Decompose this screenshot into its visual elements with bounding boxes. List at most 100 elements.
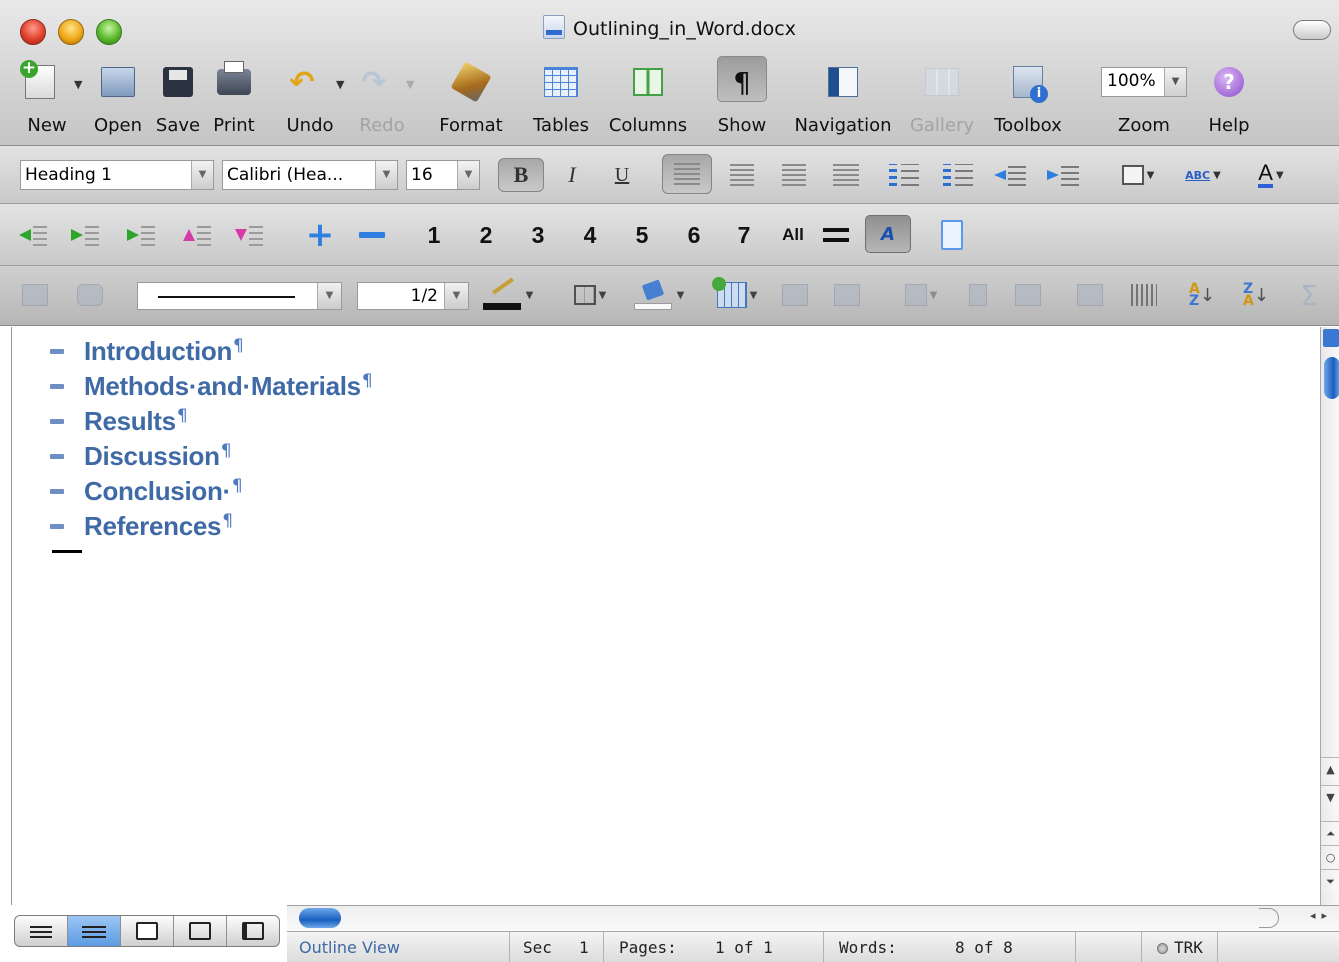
- font-color-dropdown-arrow-icon[interactable]: ▼: [1276, 170, 1284, 181]
- insert-table-dropdown-arrow-icon[interactable]: ▼: [750, 290, 758, 301]
- promote-button[interactable]: [70, 218, 100, 252]
- print-layout-view-button[interactable]: [174, 916, 227, 946]
- decrease-indent-button[interactable]: [990, 158, 1030, 192]
- font-size-dropdown-arrow-icon[interactable]: ▼: [457, 161, 479, 189]
- collapse-heading-icon[interactable]: [50, 348, 64, 354]
- show-formatting-button[interactable]: A: [864, 214, 912, 254]
- borders-dropdown-arrow-icon[interactable]: ▼: [1147, 170, 1155, 181]
- format-button[interactable]: Format: [434, 60, 508, 144]
- promote-to-heading1-button[interactable]: [18, 218, 48, 252]
- align-left-button[interactable]: [662, 154, 712, 194]
- move-up-button[interactable]: [182, 218, 212, 252]
- show-level-5-button[interactable]: 5: [630, 218, 654, 252]
- show-level-7-button[interactable]: 7: [732, 218, 756, 252]
- outline-view-button[interactable]: [68, 916, 121, 946]
- collapse-heading-icon[interactable]: [50, 418, 64, 424]
- border-type-dropdown-arrow-icon[interactable]: ▼: [599, 290, 607, 301]
- justify-button[interactable]: [826, 158, 866, 192]
- sort-ascending-button[interactable]: A Z ↓: [1180, 278, 1224, 312]
- outline-heading-row[interactable]: Conclusion· ¶: [50, 475, 243, 507]
- new-button[interactable]: ▼ New: [16, 60, 82, 144]
- expand-button[interactable]: +: [304, 218, 336, 252]
- horizontal-scrollbar[interactable]: ◂▸: [287, 905, 1339, 931]
- previous-page-icon[interactable]: ⏶: [1321, 821, 1339, 845]
- redo-button[interactable]: ↷ ▼ Redo: [352, 60, 414, 144]
- zoom-dropdown-arrow-icon[interactable]: ▼: [1164, 68, 1186, 96]
- font-size-select[interactable]: 16 ▼: [406, 160, 480, 190]
- highlight-dropdown-arrow-icon[interactable]: ▼: [1213, 170, 1221, 181]
- bold-button[interactable]: B: [498, 158, 544, 192]
- highlight-button[interactable]: ABC ▼: [1172, 158, 1234, 192]
- collapse-heading-icon[interactable]: [50, 383, 64, 389]
- gallery-button[interactable]: Gallery: [906, 60, 978, 144]
- help-button[interactable]: ? Help: [1200, 60, 1258, 144]
- vertical-scrollbar[interactable]: ▲ ▼ ⏶ ○ ⏷: [1320, 327, 1339, 905]
- distribute-columns-button[interactable]: [1008, 278, 1048, 312]
- outline-heading-row[interactable]: References ¶: [50, 510, 233, 542]
- undo-button[interactable]: ↶ ▼ Undo: [278, 60, 344, 144]
- notebook-layout-view-button[interactable]: [227, 916, 279, 946]
- show-button[interactable]: ¶ Show: [712, 56, 772, 144]
- draft-view-button[interactable]: [15, 916, 68, 946]
- publishing-layout-view-button[interactable]: [121, 916, 174, 946]
- line-style-dropdown-arrow-icon[interactable]: ▼: [317, 283, 341, 309]
- show-level-4-button[interactable]: 4: [578, 218, 602, 252]
- show-first-line-only-button[interactable]: [818, 218, 854, 252]
- font-dropdown-arrow-icon[interactable]: ▼: [375, 161, 397, 189]
- autoformat-table-button[interactable]: [1072, 278, 1108, 312]
- borders-button[interactable]: ▼: [1108, 158, 1168, 192]
- shading-button[interactable]: ▼: [628, 278, 690, 312]
- numbered-list-button[interactable]: [884, 158, 924, 192]
- show-level-1-button[interactable]: 1: [422, 218, 446, 252]
- style-select[interactable]: Heading 1 ▼: [20, 160, 214, 190]
- italic-button[interactable]: I: [552, 158, 592, 192]
- track-changes-indicator[interactable]: TRK: [1157, 938, 1203, 957]
- increase-indent-button[interactable]: [1042, 158, 1084, 192]
- eraser-button[interactable]: [72, 278, 108, 312]
- cell-alignment-dropdown-arrow-icon[interactable]: ▼: [930, 290, 938, 301]
- horizontal-scroll-arrows-icon[interactable]: ◂▸: [1310, 909, 1333, 922]
- navigation-button[interactable]: Navigation: [790, 60, 896, 144]
- split-view-handle-icon[interactable]: [1323, 329, 1339, 347]
- toolbar-toggle-button[interactable]: [1293, 20, 1331, 40]
- font-color-button[interactable]: A ▼: [1238, 158, 1304, 192]
- outline-heading-row[interactable]: Results ¶: [50, 405, 188, 437]
- outline-heading-row[interactable]: Discussion ¶: [50, 440, 232, 472]
- print-button[interactable]: Print: [208, 60, 260, 144]
- distribute-rows-button[interactable]: [960, 278, 996, 312]
- bulleted-list-button[interactable]: [938, 158, 978, 192]
- horizontal-scroll-thumb[interactable]: [299, 908, 341, 928]
- demote-button[interactable]: [124, 218, 158, 252]
- border-color-dropdown-arrow-icon[interactable]: ▼: [526, 290, 534, 301]
- cell-alignment-button[interactable]: ▼: [890, 278, 952, 312]
- show-level-2-button[interactable]: 2: [474, 218, 498, 252]
- merge-cells-button[interactable]: [776, 278, 814, 312]
- collapse-heading-icon[interactable]: [50, 453, 64, 459]
- line-style-select[interactable]: ▼: [137, 282, 342, 310]
- underline-button[interactable]: U: [602, 158, 642, 192]
- zoom-select[interactable]: 100% ▼: [1101, 67, 1187, 97]
- collapse-heading-icon[interactable]: [50, 488, 64, 494]
- align-center-button[interactable]: [722, 158, 762, 192]
- text-direction-button[interactable]: [1124, 278, 1164, 312]
- outline-heading-row[interactable]: Introduction ¶: [50, 335, 244, 367]
- autosum-button[interactable]: Σ: [1294, 278, 1324, 312]
- border-type-button[interactable]: ▼: [562, 278, 618, 312]
- collapse-heading-icon[interactable]: [50, 523, 64, 529]
- new-dropdown-arrow-icon[interactable]: ▼: [74, 78, 82, 91]
- document-body[interactable]: Introduction ¶ Methods·and·Materials ¶ Res…: [11, 327, 1320, 905]
- font-select[interactable]: Calibri (Hea... ▼: [222, 160, 398, 190]
- toolbox-button[interactable]: Toolbox: [986, 60, 1070, 144]
- line-weight-dropdown-arrow-icon[interactable]: ▼: [444, 283, 468, 309]
- scroll-up-arrow-icon[interactable]: ▲: [1321, 757, 1339, 781]
- columns-button[interactable]: Columns: [604, 60, 692, 144]
- open-button[interactable]: Open: [90, 60, 146, 144]
- show-level-6-button[interactable]: 6: [682, 218, 706, 252]
- shading-dropdown-arrow-icon[interactable]: ▼: [677, 290, 685, 301]
- undo-dropdown-arrow-icon[interactable]: ▼: [336, 78, 344, 91]
- save-button[interactable]: Save: [154, 60, 202, 144]
- scroll-down-arrow-icon[interactable]: ▼: [1321, 785, 1339, 809]
- next-page-icon[interactable]: ⏷: [1321, 869, 1339, 893]
- vertical-scroll-thumb[interactable]: [1324, 357, 1339, 399]
- master-document-view-button[interactable]: [934, 218, 970, 252]
